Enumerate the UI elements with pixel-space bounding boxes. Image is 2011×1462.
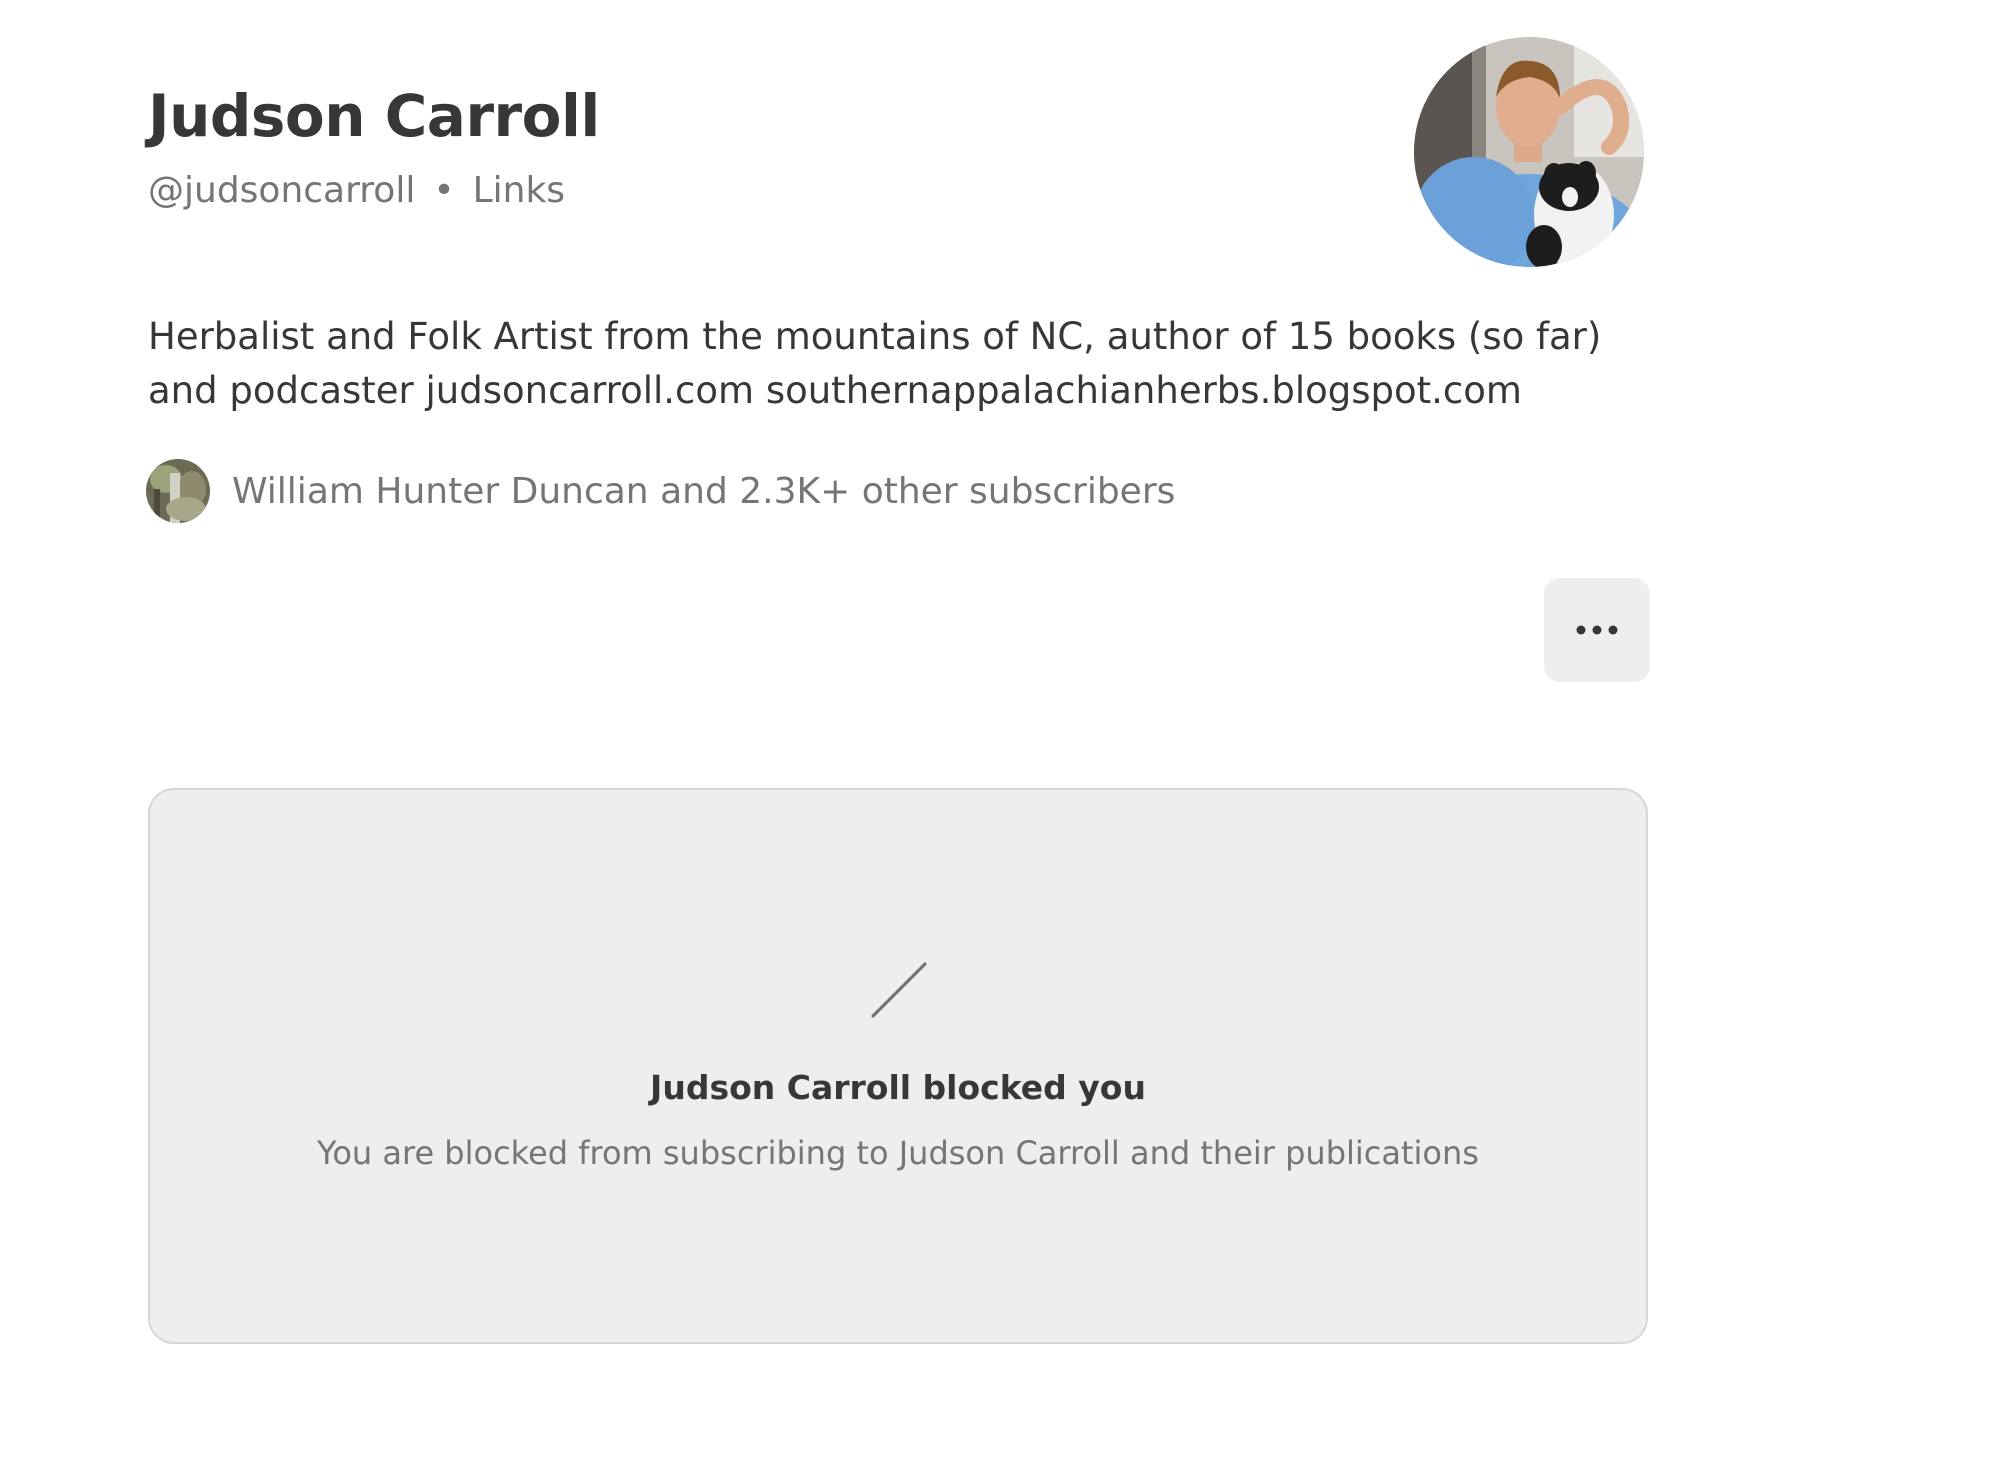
subscribers-summary[interactable]: William Hunter Duncan and 2.3K+ other su… <box>146 458 1175 524</box>
profile-page: Judson Carroll @judsoncarroll • Links Herb… <box>0 0 2011 1462</box>
more-horizontal-icon <box>1576 625 1618 635</box>
links-link[interactable]: Links <box>473 170 565 211</box>
subscriber-avatar <box>146 459 210 523</box>
blocked-notice: Judson Carroll blocked you You are block… <box>148 788 1648 1344</box>
profile-handle: @judsoncarroll <box>148 170 416 211</box>
subscriber-photo <box>146 459 210 523</box>
blocked-title: Judson Carroll blocked you <box>650 1068 1146 1107</box>
profile-avatar <box>1414 37 1644 267</box>
blocked-description: You are blocked from subscribing to Juds… <box>317 1134 1479 1172</box>
more-options-button[interactable] <box>1544 578 1650 682</box>
profile-name: Judson Carroll <box>148 82 600 150</box>
subscribers-text: William Hunter Duncan and 2.3K+ other su… <box>232 470 1176 512</box>
profile-meta: @judsoncarroll • Links <box>148 170 565 211</box>
profile-bio: Herbalist and Folk Artist from the mount… <box>148 315 1602 412</box>
slash-icon <box>871 962 927 1018</box>
meta-separator: • <box>433 170 455 211</box>
profile-photo <box>1414 37 1644 267</box>
